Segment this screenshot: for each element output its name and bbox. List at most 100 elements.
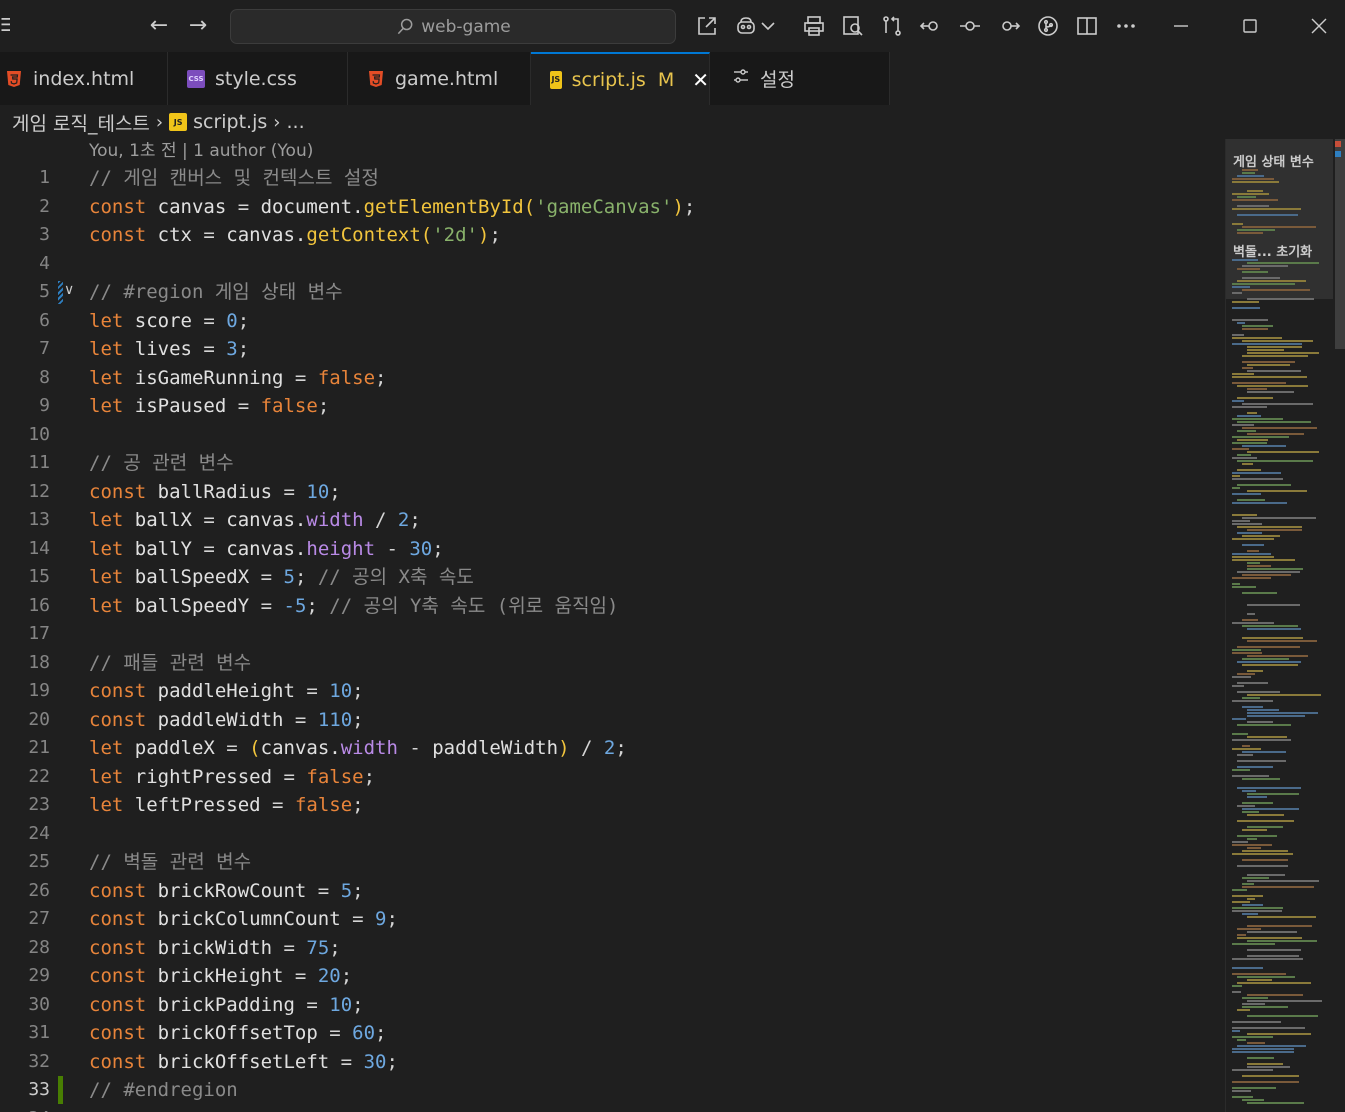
command-center-search[interactable]: web-game	[230, 9, 676, 44]
code-token: false	[260, 395, 318, 417]
menu-icon[interactable]: ☰	[0, 14, 10, 38]
minimap-line	[1237, 322, 1245, 324]
chevron-down-icon[interactable]	[756, 11, 780, 41]
code-token: ;	[352, 993, 364, 1016]
code-line[interactable]: 12 const ballRadius = 10;	[0, 478, 1225, 507]
code-line[interactable]: 15 let ballSpeedX = 5; // 공의 X축 속도	[0, 563, 1225, 592]
code-line[interactable]: 33 // #endregion	[0, 1076, 1225, 1105]
tab-settings[interactable]: 설정	[710, 52, 890, 105]
code-line[interactable]: 26 const brickRowCount = 5;	[0, 877, 1225, 906]
gutter-change-indicator[interactable]	[58, 1076, 63, 1104]
code-line[interactable]: 28 const brickWidth = 75;	[0, 934, 1225, 963]
code-token: // #region 게임 상태 변수	[89, 281, 343, 303]
minimap-line	[1242, 1003, 1265, 1005]
open-external-icon[interactable]	[692, 11, 722, 41]
minimap-line	[1237, 934, 1246, 936]
search-text: web-game	[421, 16, 511, 37]
code-line[interactable]: 8 let isGameRunning = false;	[0, 364, 1225, 393]
commit-icon[interactable]	[955, 11, 985, 41]
fold-chevron-icon[interactable]: ∨	[64, 282, 74, 298]
minimap-line	[1247, 262, 1319, 264]
minimap-line	[1247, 490, 1307, 492]
code-line[interactable]: 27 const brickColumnCount = 9;	[0, 905, 1225, 934]
code-line[interactable]: 23 let leftPressed = false;	[0, 791, 1225, 820]
code-line[interactable]: 14 let ballY = canvas.height - 30;	[0, 535, 1225, 564]
breadcrumb-file[interactable]: script.js	[193, 111, 267, 133]
search-document-icon[interactable]	[838, 11, 868, 41]
scrollbar-thumb[interactable]	[1335, 139, 1345, 349]
code-text: const paddleWidth = 110;	[89, 706, 364, 735]
code-token: ;	[306, 594, 330, 617]
minimap-line	[1232, 1051, 1294, 1053]
minimap-line	[1247, 715, 1305, 717]
code-line[interactable]: 34	[0, 1105, 1225, 1112]
split-editor-icon[interactable]	[1072, 11, 1102, 41]
code-token: let	[89, 366, 124, 389]
gutter-change-indicator[interactable]	[58, 281, 63, 304]
tab-index-html[interactable]: index.html	[0, 52, 168, 105]
code-token: =	[340, 1050, 364, 1073]
code-line[interactable]: 11 // 공 관련 변수	[0, 449, 1225, 478]
minimap[interactable]: 게임 상태 변수 벽돌... 초기화	[1225, 139, 1333, 1112]
code-line[interactable]: 5 ∨ // #region 게임 상태 변수	[0, 278, 1225, 307]
git-graph-icon[interactable]	[1033, 11, 1063, 41]
minimap-line	[1247, 349, 1284, 351]
code-line[interactable]: 20 const paddleWidth = 110;	[0, 706, 1225, 735]
code-line[interactable]: 32 const brickOffsetLeft = 30;	[0, 1048, 1225, 1077]
git-blame-annotation[interactable]: You, 1초 전 | 1 author (You)	[89, 139, 313, 163]
close-window-icon[interactable]	[1299, 10, 1339, 42]
vertical-scrollbar[interactable]	[1333, 139, 1345, 1112]
code-line[interactable]: 18 // 패들 관련 변수	[0, 649, 1225, 678]
minimap-line	[1237, 805, 1255, 807]
code-line[interactable]: 21 let paddleX = (canvas.width - paddleWi…	[0, 734, 1225, 763]
code-line[interactable]: 29 const brickHeight = 20;	[0, 962, 1225, 991]
code-token: let	[89, 395, 124, 417]
breadcrumb-folder[interactable]: 게임 로직_테스트	[12, 109, 150, 136]
code-line[interactable]: 30 const brickPadding = 10;	[0, 991, 1225, 1020]
tab-style-css[interactable]: CSS style.css	[168, 52, 348, 105]
minimap-line	[1237, 526, 1302, 528]
previous-change-icon[interactable]	[916, 11, 946, 41]
minimap-line	[1242, 619, 1258, 621]
breadcrumb-more[interactable]: ...	[286, 111, 304, 133]
print-icon[interactable]	[799, 11, 829, 41]
code-line[interactable]: 4	[0, 250, 1225, 279]
minimap-line	[1247, 568, 1303, 570]
code-line[interactable]: 9 let isPaused = false;	[0, 392, 1225, 421]
code-line[interactable]: 31 const brickOffsetTop = 60;	[0, 1019, 1225, 1048]
code-token: let	[89, 737, 124, 759]
more-actions-icon[interactable]	[1111, 11, 1141, 41]
forward-arrow-icon[interactable]: →	[183, 12, 213, 42]
code-line[interactable]: 7 let lives = 3;	[0, 335, 1225, 364]
minimap-line	[1237, 1009, 1250, 1011]
code-line[interactable]: 6 let score = 0;	[0, 307, 1225, 336]
next-change-icon[interactable]	[994, 11, 1024, 41]
code-line[interactable]: 2 const canvas = document.getElementById(…	[0, 193, 1225, 222]
close-tab-icon[interactable]: ✕	[692, 68, 709, 92]
code-token: document.	[260, 195, 364, 218]
maximize-window-icon[interactable]	[1230, 10, 1270, 42]
code-token: ballY	[123, 537, 204, 560]
code-line[interactable]: 3 const ctx = canvas.getContext('2d');	[0, 221, 1225, 250]
back-arrow-icon[interactable]: ←	[144, 12, 174, 42]
code-line[interactable]: 17	[0, 620, 1225, 649]
code-editor[interactable]: You, 1초 전 | 1 author (You) 1 // 게임 캔버스 및 …	[0, 139, 1225, 1112]
compare-changes-icon[interactable]	[877, 11, 907, 41]
code-line[interactable]: 10	[0, 421, 1225, 450]
code-text: const brickOffsetTop = 60;	[89, 1019, 386, 1048]
code-line[interactable]: 16 let ballSpeedY = -5; // 공의 Y축 속도 (위로 움…	[0, 592, 1225, 621]
code-line[interactable]: 25 // 벽돌 관련 변수	[0, 848, 1225, 877]
minimap-line	[1242, 325, 1273, 327]
tab-script-js[interactable]: JS script.js M ✕	[531, 52, 710, 105]
code-line[interactable]: 1 // 게임 캔버스 및 컨텍스트 설정	[0, 164, 1225, 193]
minimap-line	[1232, 739, 1291, 741]
code-line[interactable]: 19 const paddleHeight = 10;	[0, 677, 1225, 706]
code-line[interactable]: 24	[0, 820, 1225, 849]
minimize-window-icon[interactable]	[1161, 10, 1201, 42]
tab-game-html[interactable]: game.html	[348, 52, 531, 105]
code-token: width	[340, 737, 398, 759]
code-line[interactable]: 22 let rightPressed = false;	[0, 763, 1225, 792]
line-number: 2	[39, 195, 50, 217]
line-number: 7	[39, 338, 50, 359]
code-line[interactable]: 13 let ballX = canvas.width / 2;	[0, 506, 1225, 535]
